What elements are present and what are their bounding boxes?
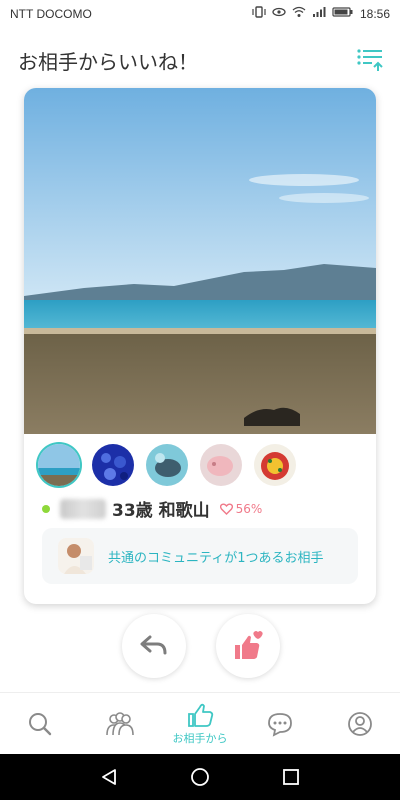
system-navigation-bar — [0, 754, 400, 800]
nav-messages[interactable] — [240, 693, 320, 755]
age-location: 33歳 和歌山 — [112, 501, 210, 521]
signal-icon — [312, 6, 326, 21]
status-icons: 18:56 — [252, 6, 390, 21]
heart-icon — [219, 503, 233, 515]
thumbnail-4[interactable] — [200, 444, 242, 486]
thumbs-up-icon — [188, 703, 214, 727]
back-triangle-icon — [102, 769, 116, 785]
common-community-banner[interactable]: 共通のコミュニティが1つあるお相手 — [42, 528, 358, 584]
profile-summary: 33歳 和歌山 56% — [42, 496, 262, 521]
community-thumbnail — [58, 538, 94, 574]
people-icon — [106, 712, 134, 736]
nav-people[interactable] — [80, 693, 160, 755]
nav-likes[interactable]: お相手から — [160, 693, 240, 755]
online-status-dot — [42, 504, 50, 513]
list-sort-icon — [357, 49, 383, 71]
photo-thumbnails — [38, 444, 296, 486]
system-recents-button[interactable] — [278, 764, 304, 790]
thumbnail-1[interactable] — [38, 444, 80, 486]
blurred-name — [60, 498, 106, 519]
bottom-navigation: お相手から — [0, 692, 400, 755]
recents-square-icon — [283, 769, 299, 785]
nav-profile[interactable] — [320, 693, 400, 755]
thumbnail-5[interactable] — [254, 444, 296, 486]
battery-icon — [332, 6, 354, 21]
wifi-icon — [292, 6, 306, 21]
eye-icon — [272, 6, 286, 21]
status-bar: NTT DOCOMO 18:56 — [0, 0, 400, 28]
status-time: 18:56 — [359, 6, 390, 21]
list-sort-button[interactable] — [356, 46, 386, 72]
undo-button[interactable] — [122, 614, 186, 678]
carrier-label: NTT DOCOMO — [10, 7, 92, 21]
system-back-button[interactable] — [96, 764, 122, 790]
header: お相手からいいね！ — [0, 36, 400, 82]
community-text: 共通のコミュニティが1つあるお相手 — [108, 551, 324, 566]
nav-likes-label: お相手から — [172, 732, 228, 745]
user-icon — [348, 712, 372, 736]
match-rate: 56% — [219, 501, 263, 516]
profile-photo[interactable] — [24, 88, 376, 434]
system-home-button[interactable] — [187, 764, 213, 790]
match-percent: 56% — [235, 501, 263, 516]
undo-arrow-icon — [140, 635, 167, 655]
chat-icon — [268, 713, 292, 737]
nav-search[interactable] — [0, 693, 80, 755]
page-title: お相手からいいね！ — [18, 50, 198, 74]
thumbnail-2[interactable] — [92, 444, 134, 486]
thumbnail-3[interactable] — [146, 444, 188, 486]
profile-card[interactable]: 33歳 和歌山 56% 共通のコミュニティが1つあるお相手 — [24, 88, 376, 604]
search-icon — [29, 713, 52, 736]
home-circle-icon — [191, 768, 209, 786]
like-button[interactable] — [216, 614, 280, 678]
vibrate-icon — [252, 6, 266, 21]
thumbs-up-heart-icon — [235, 631, 263, 659]
